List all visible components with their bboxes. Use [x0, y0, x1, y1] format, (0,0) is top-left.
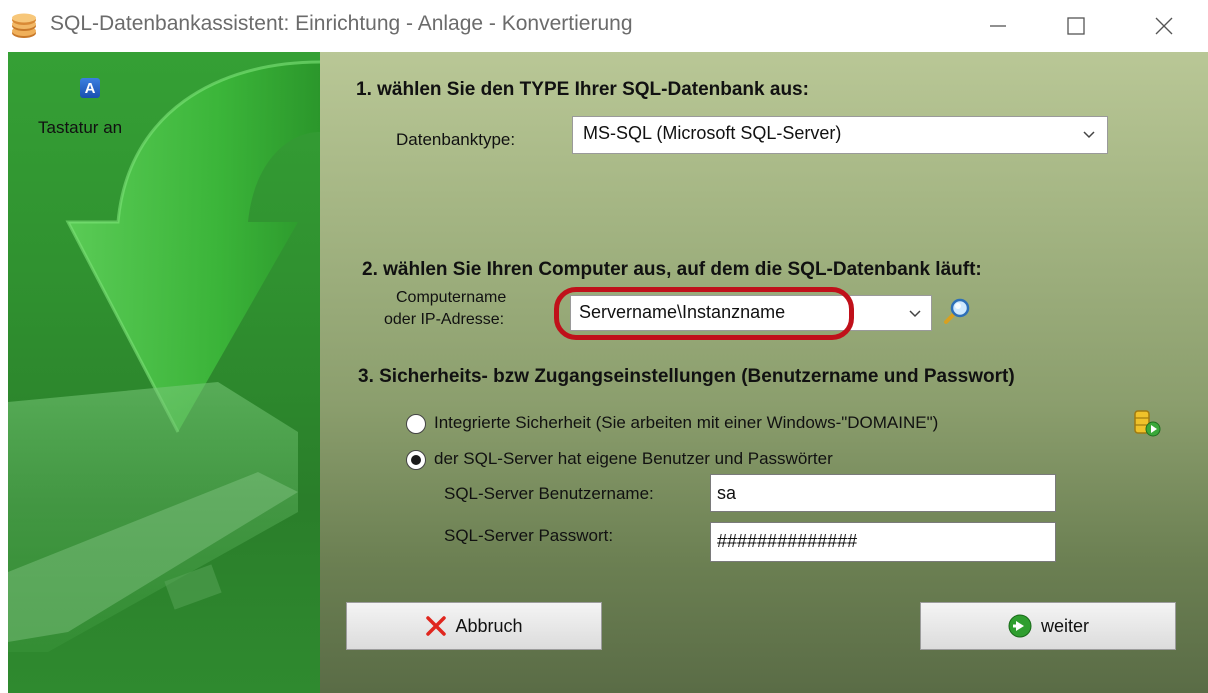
- username-input[interactable]: sa: [710, 474, 1056, 512]
- keyboard-toggle-label[interactable]: Tastatur an: [38, 118, 122, 138]
- main-panel: 1. wählen Sie den TYPE Ihrer SQL-Datenba…: [320, 52, 1208, 693]
- database-user-icon[interactable]: [1132, 408, 1162, 443]
- minimize-icon: [988, 16, 1008, 36]
- db-type-label: Datenbanktype:: [396, 130, 516, 149]
- maximize-button[interactable]: [1046, 0, 1106, 52]
- arrow-drive-illustration: [8, 60, 320, 652]
- radio-integrated-security[interactable]: [406, 414, 426, 434]
- keyboard-icon[interactable]: A: [80, 78, 100, 98]
- close-icon: [1154, 16, 1174, 36]
- maximize-icon: [1066, 16, 1086, 36]
- option-integrated-label[interactable]: Integrierte Sicherheit (Sie arbeiten mit…: [434, 413, 938, 433]
- section1-heading: 1. wählen Sie den TYPE Ihrer SQL-Datenba…: [356, 79, 809, 100]
- sidebar-panel: A Tastatur an: [8, 52, 320, 693]
- chevron-down-icon: [1081, 126, 1097, 147]
- password-value: ##############: [717, 531, 858, 551]
- computer-label-line1: Computername: [396, 289, 507, 306]
- cancel-button[interactable]: Abbruch: [346, 602, 602, 650]
- arrow-right-circle-icon: [1007, 613, 1033, 639]
- minimize-button[interactable]: [968, 0, 1028, 52]
- cancel-x-icon: [425, 615, 447, 637]
- db-type-select[interactable]: MS-SQL (Microsoft SQL-Server): [572, 116, 1108, 154]
- next-button[interactable]: weiter: [920, 602, 1176, 650]
- username-label: SQL-Server Benutzername:: [444, 484, 654, 503]
- keyboard-icon-glyph: A: [84, 79, 96, 97]
- option-sql-auth-label[interactable]: der SQL-Server hat eigene Benutzer und P…: [434, 449, 833, 469]
- chevron-down-icon: [907, 305, 923, 326]
- close-button[interactable]: [1134, 0, 1194, 52]
- password-label: SQL-Server Passwort:: [444, 526, 614, 545]
- cancel-button-label: Abbruch: [455, 615, 523, 636]
- password-input[interactable]: ##############: [710, 522, 1056, 562]
- window-title: SQL-Datenbankassistent: Einrichtung - An…: [50, 12, 633, 35]
- section2-heading: 2. wählen Sie Ihren Computer aus, auf de…: [362, 259, 982, 280]
- magnifier-icon[interactable]: [940, 296, 972, 333]
- username-value: sa: [717, 483, 737, 503]
- computer-label-line2: oder IP-Adresse:: [384, 311, 505, 328]
- radio-sql-auth[interactable]: [406, 450, 426, 470]
- db-type-value: MS-SQL (Microsoft SQL-Server): [583, 123, 842, 143]
- section3-heading: 3. Sicherheits- bzw Zugangseinstellungen…: [358, 366, 1015, 387]
- highlight-annotation: [554, 287, 854, 340]
- database-coins-icon: [10, 13, 38, 39]
- next-button-label: weiter: [1040, 615, 1089, 636]
- title-bar: SQL-Datenbankassistent: Einrichtung - An…: [0, 0, 1208, 52]
